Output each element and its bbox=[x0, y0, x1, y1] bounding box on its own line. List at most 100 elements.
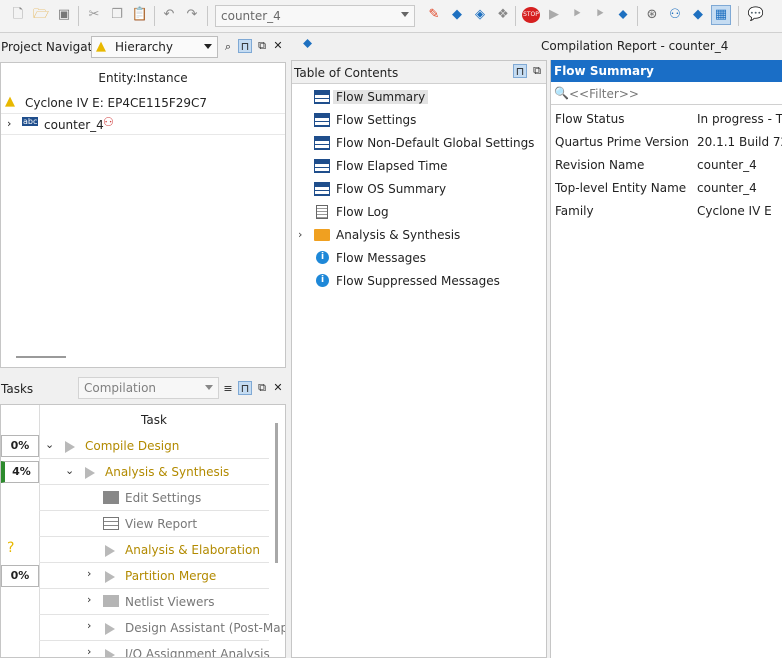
filter-row[interactable]: 🔍 <<Filter>> bbox=[551, 83, 782, 105]
rtl-viewer-icon[interactable]: ▦ bbox=[711, 5, 731, 25]
toc-item-flow-summary[interactable]: Flow Summary bbox=[292, 86, 546, 109]
flow-summary-panel: Flow Summary 🔍 <<Filter>> Flow Status In… bbox=[550, 60, 782, 658]
float-icon[interactable]: ⧉ bbox=[530, 64, 544, 78]
chevron-right-icon[interactable]: › bbox=[87, 593, 91, 606]
toc-item-os-summary[interactable]: Flow OS Summary bbox=[292, 178, 546, 201]
start-analysis-icon[interactable]: ⯈ bbox=[569, 7, 585, 23]
run-icon[interactable] bbox=[85, 467, 95, 479]
programmer-icon[interactable]: ◆ bbox=[690, 7, 706, 23]
pin-tool-icon[interactable]: ✎ bbox=[426, 7, 442, 23]
chevron-down-icon[interactable]: ⌄ bbox=[45, 438, 54, 451]
toc-item-label: Flow Non-Default Global Settings bbox=[336, 136, 535, 150]
chip-planner-icon[interactable]: ❖ bbox=[495, 7, 511, 23]
run-icon[interactable] bbox=[105, 623, 115, 635]
pin-icon[interactable]: ⊓ bbox=[238, 39, 252, 53]
toc-item-label: Analysis & Synthesis bbox=[336, 228, 461, 242]
task-row[interactable]: Edit Settings bbox=[1, 485, 269, 511]
redo-icon[interactable]: ↷ bbox=[184, 7, 200, 23]
undo-icon[interactable]: ↶ bbox=[161, 7, 177, 23]
task-row[interactable]: 4% ⌄ Analysis & Synthesis bbox=[1, 459, 269, 485]
task-row[interactable]: View Report bbox=[1, 511, 269, 537]
toc-item-flow-messages[interactable]: i Flow Messages bbox=[292, 247, 546, 270]
start-icon[interactable]: ▶ bbox=[546, 7, 562, 23]
toc-item-analysis-synthesis[interactable]: › Analysis & Synthesis bbox=[292, 224, 546, 247]
folder-icon bbox=[314, 229, 330, 241]
summary-row[interactable]: Quartus Prime Version 20.1.1 Build 720 bbox=[551, 131, 782, 154]
navigator-view-combo[interactable]: ▲ Hierarchy bbox=[91, 36, 218, 58]
run-icon[interactable] bbox=[65, 441, 75, 453]
chevron-right-icon[interactable]: › bbox=[87, 567, 91, 580]
toc-item-non-default-settings[interactable]: Flow Non-Default Global Settings bbox=[292, 132, 546, 155]
chevron-right-icon[interactable]: › bbox=[298, 228, 302, 241]
summary-row[interactable]: Revision Name counter_4 bbox=[551, 154, 782, 177]
float-icon[interactable]: ⧉ bbox=[255, 381, 269, 395]
analysis-synthesis-icon[interactable]: ◈ bbox=[472, 7, 488, 23]
toc-item-suppressed-messages[interactable]: i Flow Suppressed Messages bbox=[292, 270, 546, 293]
close-icon[interactable]: ✕ bbox=[271, 39, 285, 53]
filter-input[interactable]: <<Filter>> bbox=[569, 87, 779, 101]
flow-combo[interactable]: Compilation bbox=[78, 377, 219, 399]
tasks-title: Tasks bbox=[1, 382, 34, 396]
compile-design-icon[interactable]: ◆ bbox=[449, 7, 465, 23]
paste-icon[interactable]: 📋 bbox=[132, 7, 148, 23]
task-row[interactable]: ? Analysis & Elaboration bbox=[1, 537, 269, 563]
summary-value: counter_4 bbox=[697, 181, 757, 195]
search-icon: 🔍 bbox=[554, 86, 569, 100]
report-title: Compilation Report - counter_4 bbox=[541, 39, 729, 53]
task-label: Design Assistant (Post-Map bbox=[125, 621, 286, 635]
task-row[interactable]: › Design Assistant (Post-Map bbox=[1, 615, 285, 641]
task-label: View Report bbox=[125, 517, 198, 531]
run-icon[interactable] bbox=[105, 649, 115, 657]
copy-icon[interactable]: ❐ bbox=[109, 7, 125, 23]
toc-item-elapsed-time[interactable]: Flow Elapsed Time bbox=[292, 155, 546, 178]
entity-combo[interactable]: counter_4 bbox=[215, 5, 415, 27]
toolbar-separator bbox=[207, 6, 208, 26]
task-row[interactable]: › Netlist Viewers bbox=[1, 589, 269, 615]
vertical-scrollbar[interactable] bbox=[275, 423, 278, 563]
close-icon[interactable]: ✕ bbox=[271, 381, 285, 395]
save-icon[interactable]: ▣ bbox=[56, 7, 72, 23]
search-icon[interactable]: ⌕ bbox=[221, 40, 235, 54]
new-file-icon[interactable]: 🗋 bbox=[10, 7, 26, 23]
toc-item-label: Flow Suppressed Messages bbox=[336, 274, 500, 288]
pin-icon[interactable]: ⊓ bbox=[513, 64, 527, 78]
timing-analyzer-icon[interactable]: ⊛ bbox=[644, 7, 660, 23]
chevron-down-icon bbox=[204, 44, 212, 49]
chevron-down-icon[interactable]: ⌄ bbox=[65, 464, 74, 477]
toc-item-label: Flow OS Summary bbox=[336, 182, 447, 196]
float-icon[interactable]: ⧉ bbox=[255, 39, 269, 53]
task-row[interactable]: › I/O Assignment Analysis bbox=[1, 641, 270, 657]
toc-item-flow-log[interactable]: Flow Log bbox=[292, 201, 546, 224]
entity-icon: abc bbox=[22, 117, 39, 126]
run-icon[interactable] bbox=[105, 545, 115, 557]
summary-row[interactable]: Top-level Entity Name counter_4 bbox=[551, 177, 782, 200]
chevron-right-icon[interactable]: › bbox=[7, 117, 11, 130]
device-row[interactable]: ▲ Cyclone IV E: EP4CE115F29C7 bbox=[1, 93, 285, 113]
fitter-icon[interactable]: ⯈ bbox=[592, 7, 608, 23]
horizontal-scrollbar[interactable] bbox=[16, 356, 66, 358]
document-icon bbox=[316, 205, 328, 219]
assembler-icon[interactable]: ⬥ bbox=[615, 7, 631, 23]
cut-icon[interactable]: ✂ bbox=[86, 7, 102, 23]
instance-row[interactable]: › abc counter_4 ⚇ bbox=[1, 113, 285, 135]
unknown-status-icon: ? bbox=[7, 540, 15, 556]
toc-item-flow-settings[interactable]: Flow Settings bbox=[292, 109, 546, 132]
task-column-header[interactable]: Task bbox=[39, 405, 269, 433]
task-progress: 0% bbox=[1, 565, 39, 587]
task-row[interactable]: 0% › Partition Merge bbox=[1, 563, 269, 589]
summary-row[interactable]: Flow Status In progress - Tu bbox=[551, 108, 782, 131]
toc-item-label: Flow Summary bbox=[333, 90, 429, 104]
pin-icon[interactable]: ⊓ bbox=[238, 381, 252, 395]
menu-icon[interactable]: ≡ bbox=[221, 382, 235, 396]
chevron-right-icon[interactable]: › bbox=[87, 619, 91, 632]
chevron-down-icon bbox=[401, 12, 409, 17]
task-row[interactable]: 0% ⌄ Compile Design bbox=[1, 433, 269, 459]
summary-row[interactable]: Family Cyclone IV E bbox=[551, 200, 782, 223]
stop-icon[interactable]: STOP bbox=[522, 7, 540, 23]
netlist-icon[interactable]: ⚇ bbox=[667, 7, 683, 23]
open-folder-icon[interactable]: 🗁 bbox=[33, 7, 49, 23]
chevron-right-icon[interactable]: › bbox=[87, 645, 91, 657]
chat-icon[interactable]: 💬 bbox=[748, 7, 764, 23]
run-icon[interactable] bbox=[105, 571, 115, 583]
entity-column-header[interactable]: Entity:Instance bbox=[1, 63, 285, 90]
